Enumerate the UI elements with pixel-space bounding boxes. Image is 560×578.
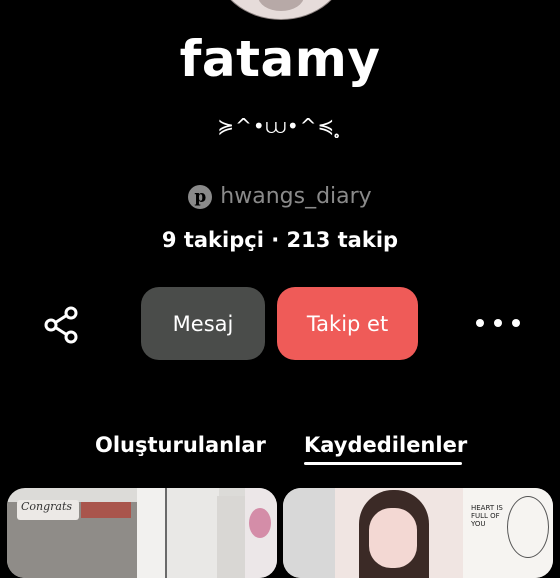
pin-illustration-face [369, 508, 417, 568]
profile-name: fatamy [179, 30, 381, 88]
message-label: Mesaj [172, 311, 234, 336]
follow-label: Takip et [306, 311, 389, 336]
website-link[interactable]: p hwangs_diary [0, 184, 560, 209]
pin-grid: Congrats HEART IS FULL OF YOU [0, 488, 560, 578]
pin-card[interactable]: Congrats [7, 488, 277, 578]
follow-button[interactable]: Takip et [277, 287, 418, 360]
tab-created[interactable]: Oluşturulanlar [95, 433, 266, 457]
pin-image-part [217, 496, 245, 578]
profile-avatar[interactable] [215, 0, 347, 20]
pin-image-part [81, 502, 131, 518]
tab-saved[interactable]: Kaydedilenler [304, 433, 467, 457]
more-dot [476, 319, 484, 327]
pin-image-part [165, 488, 219, 578]
pin-banner-text: Congrats [21, 500, 73, 513]
pin-handwriting: HEART IS FULL OF YOU [471, 504, 503, 528]
website-label: hwangs_diary [220, 184, 372, 209]
pin-sketch [507, 496, 549, 558]
message-button[interactable]: Mesaj [141, 287, 265, 360]
pin-card[interactable]: HEART IS FULL OF YOU [283, 488, 553, 578]
more-dot [512, 319, 520, 327]
active-tab-indicator [304, 462, 462, 465]
pin-image-part [283, 488, 335, 578]
pin-image-part [249, 508, 271, 538]
profile-bio: ≽^•⩊•^≼ ̥̥̥̥ [217, 114, 343, 138]
follow-stats[interactable]: 9 takipçi · 213 takip [0, 228, 560, 252]
share-icon[interactable] [42, 305, 82, 345]
more-dot [494, 319, 502, 327]
more-options-icon[interactable] [476, 316, 520, 330]
pinterest-icon: p [188, 184, 213, 209]
